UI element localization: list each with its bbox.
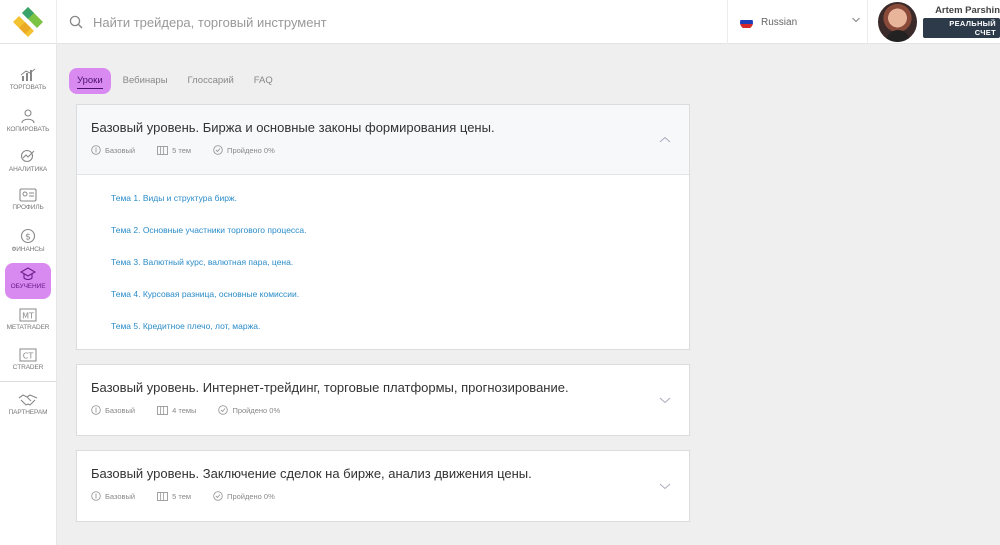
logo-icon [13,7,43,37]
sidebar-item-analytics[interactable]: АНАЛИТИКА [5,144,51,180]
ct-icon: CT [19,348,37,362]
users-icon [21,109,35,124]
topic-link[interactable]: Тема 5. Кредитное плечо, лот, маржа. [111,321,689,353]
search-icon [69,15,83,29]
book-icon [157,491,169,501]
level-icon [91,491,101,501]
course-progress: Пройдено 0% [213,145,275,155]
sidebar-item-label: ПАРТНЕРАМ [8,409,48,416]
sidebar-item-finance[interactable]: $ ФИНАНСЫ [5,224,51,260]
level-icon [91,145,101,155]
course-level: Базовый [91,145,135,155]
user-menu[interactable]: Artem Parshin РЕАЛЬНЫЙ СЧЕТ [868,0,1000,44]
graduation-cap-icon [20,267,36,281]
course-progress: Пройдено 0% [218,405,280,415]
sidebar-item-label: CTRADER [12,364,44,371]
tab-lessons[interactable]: Уроки [69,68,111,94]
course-level: Базовый [91,491,135,501]
analytics-icon [20,149,35,163]
sidebar-item-label: ФИНАНСЫ [11,246,45,253]
course-title: Базовый уровень. Интернет-трейдинг, торг… [91,380,569,395]
tab-faq[interactable]: FAQ [246,68,281,94]
sidebar-item-partners[interactable]: ПАРТНЕРАМ [5,389,51,425]
handshake-icon [18,394,38,406]
search-bar [57,0,727,44]
search-input[interactable] [93,14,653,30]
chevron-up-icon[interactable] [659,135,671,145]
sidebar-item-label: ОБУЧЕНИЕ [10,283,46,290]
topic-link[interactable]: Тема 1. Виды и структура бирж. [111,193,689,225]
user-name: Artem Parshin [935,4,1000,16]
course-meta: Базовый 5 тем Пройдено 0% [91,145,689,155]
course-progress: Пройдено 0% [213,491,275,501]
dollar-icon: $ [20,228,36,244]
sidebar-item-label: ТОРГОВАТЬ [9,84,47,91]
sidebar-item-trade[interactable]: ТОРГОВАТЬ [5,64,51,100]
svg-text:CT: CT [23,352,34,361]
tab-glossary[interactable]: Глоссарий [180,68,242,94]
course-title: Базовый уровень. Заключение сделок на би… [91,466,532,481]
id-card-icon [19,188,37,202]
check-circle-icon [213,145,223,155]
course-topics-count: 4 темы [157,406,196,415]
account-type-badge: РЕАЛЬНЫЙ СЧЕТ [923,17,1000,38]
sidebar-item-label: КОПИРОВАТЬ [6,126,50,133]
course-meta: Базовый 5 тем Пройдено 0% [91,491,689,501]
course-topics-count: 5 тем [157,146,191,155]
topic-link[interactable]: Тема 2. Основные участники торгового про… [111,225,689,257]
topic-list: Тема 1. Виды и структура бирж. Тема 2. О… [77,175,689,359]
course-header[interactable]: Базовый уровень. Заключение сделок на би… [77,451,689,521]
chevron-down-icon[interactable] [659,481,671,491]
book-icon [157,145,169,155]
course-card: Базовый уровень. Интернет-трейдинг, торг… [76,364,690,436]
sidebar: ТОРГОВАТЬ КОПИРОВАТЬ АНАЛИТИКА ПРОФИЛЬ $… [0,44,57,545]
check-circle-icon [218,405,229,415]
book-icon [157,405,169,415]
topic-link[interactable]: Тема 3. Валютный курс, валютная пара, це… [111,257,689,289]
avatar[interactable] [878,2,918,42]
chevron-down-icon[interactable] [659,395,671,405]
svg-text:MT: MT [22,312,34,321]
user-info: Artem Parshin РЕАЛЬНЫЙ СЧЕТ [923,5,1000,40]
app-logo[interactable] [0,0,57,44]
check-circle-icon [213,491,223,501]
course-title: Базовый уровень. Биржа и основные законы… [91,120,495,135]
sidebar-item-metatrader[interactable]: MT METATRADER [5,304,51,340]
level-icon [91,405,101,415]
course-card: Базовый уровень. Биржа и основные законы… [76,104,690,350]
sidebar-item-label: ПРОФИЛЬ [12,204,44,211]
mt-icon: MT [19,308,37,322]
education-tabs: Уроки Вебинары Глоссарий FAQ [69,68,285,94]
chart-bars-icon [20,68,36,81]
top-header: Russian Artem Parshin РЕАЛЬНЫЙ СЧЕТ [0,0,1000,44]
sidebar-item-copy[interactable]: КОПИРОВАТЬ [5,104,51,140]
sidebar-item-ctrader[interactable]: CT CTRADER [5,344,51,380]
tab-webinars[interactable]: Вебинары [115,68,176,94]
language-selector[interactable]: Russian [727,0,868,44]
svg-text:$: $ [25,233,31,243]
sidebar-item-profile[interactable]: ПРОФИЛЬ [5,184,51,220]
sidebar-item-education[interactable]: ОБУЧЕНИЕ [5,263,51,299]
russia-flag-icon [740,15,753,29]
course-card: Базовый уровень. Заключение сделок на би… [76,450,690,522]
course-topics-count: 5 тем [157,492,191,501]
course-level: Базовый [91,405,135,415]
sidebar-item-label: АНАЛИТИКА [8,166,48,173]
chevron-down-icon [852,17,860,23]
sidebar-divider [0,381,57,382]
course-header[interactable]: Базовый уровень. Биржа и основные законы… [77,105,689,175]
sidebar-item-label: METATRADER [6,324,50,331]
topic-link[interactable]: Тема 4. Курсовая разница, основные комис… [111,289,689,321]
course-meta: Базовый 4 темы Пройдено 0% [91,405,689,415]
language-label: Russian [761,16,798,28]
course-header[interactable]: Базовый уровень. Интернет-трейдинг, торг… [77,365,689,435]
